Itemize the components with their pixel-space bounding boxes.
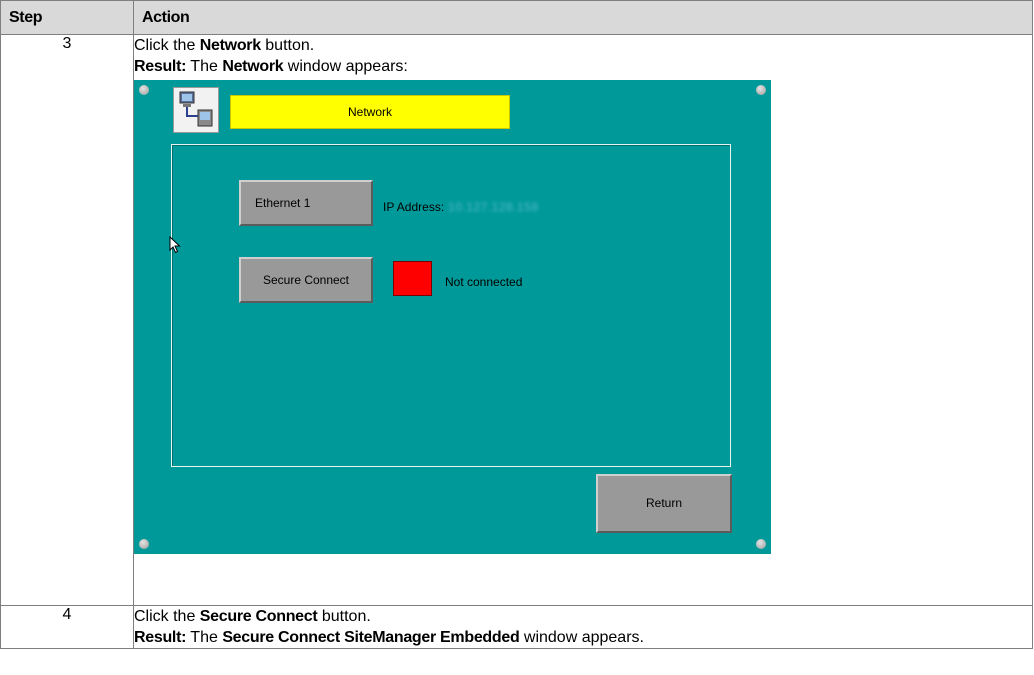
result-text: window appears. — [519, 629, 644, 646]
action-cell: Click the Network button. Result: The Ne… — [133, 34, 1033, 606]
table-row: 4 Click the Secure Connect button. Resul… — [0, 605, 1033, 649]
step-number: 4 — [0, 605, 134, 649]
instruction-line: Click the Network button. — [134, 35, 1032, 56]
table-row: 3 Click the Network button. Result: The … — [0, 34, 1033, 606]
instruction-keyword: Secure Connect — [199, 608, 318, 625]
instruction-line: Click the Secure Connect button. — [134, 606, 1032, 627]
return-button[interactable]: Return — [596, 474, 732, 533]
result-line: Result: The Secure Connect SiteManager E… — [134, 627, 1032, 648]
mouse-pointer-icon — [169, 236, 181, 254]
connection-status-text: Not connected — [445, 275, 523, 289]
instruction-text: Click the — [134, 608, 200, 625]
result-text: window appears: — [283, 58, 408, 75]
ip-address-value: 10.127.128.158 — [448, 200, 539, 214]
instruction-text: Click the — [134, 37, 200, 54]
window-title: Network — [230, 95, 510, 129]
result-keyword: Network — [222, 58, 284, 75]
result-text: The — [186, 58, 223, 75]
secure-connect-button[interactable]: Secure Connect — [239, 257, 373, 303]
step-number: 3 — [0, 34, 134, 606]
network-computers-icon — [173, 87, 219, 133]
hmi-network-screen: Network Ethernet 1 IP Address: 10.127.128… — [134, 80, 771, 554]
result-keyword: Secure Connect SiteManager Embedded — [222, 629, 520, 646]
ethernet-1-button[interactable]: Ethernet 1 — [239, 180, 373, 226]
header-step: Step — [0, 0, 134, 35]
header-action: Action — [133, 0, 1033, 35]
instruction-text: button. — [317, 608, 371, 625]
screw-icon — [756, 539, 766, 549]
procedure-table: Step Action 3 Click the Network button. … — [0, 0, 1033, 649]
table-header-row: Step Action — [0, 0, 1033, 35]
action-cell: Click the Secure Connect button. Result:… — [133, 605, 1033, 649]
result-text: The — [186, 629, 223, 646]
screw-icon — [139, 85, 149, 95]
instruction-keyword: Network — [199, 37, 261, 54]
result-label: Result: — [134, 629, 187, 646]
result-label: Result: — [134, 58, 187, 75]
instruction-text: button. — [260, 37, 315, 54]
connection-status-indicator — [393, 261, 432, 296]
ip-address-label: IP Address: 10.127.128.158 — [383, 197, 539, 218]
screw-icon — [139, 539, 149, 549]
ip-label-text: IP Address: — [383, 200, 445, 214]
result-line: Result: The Network window appears: — [134, 56, 1032, 77]
screw-icon — [756, 85, 766, 95]
